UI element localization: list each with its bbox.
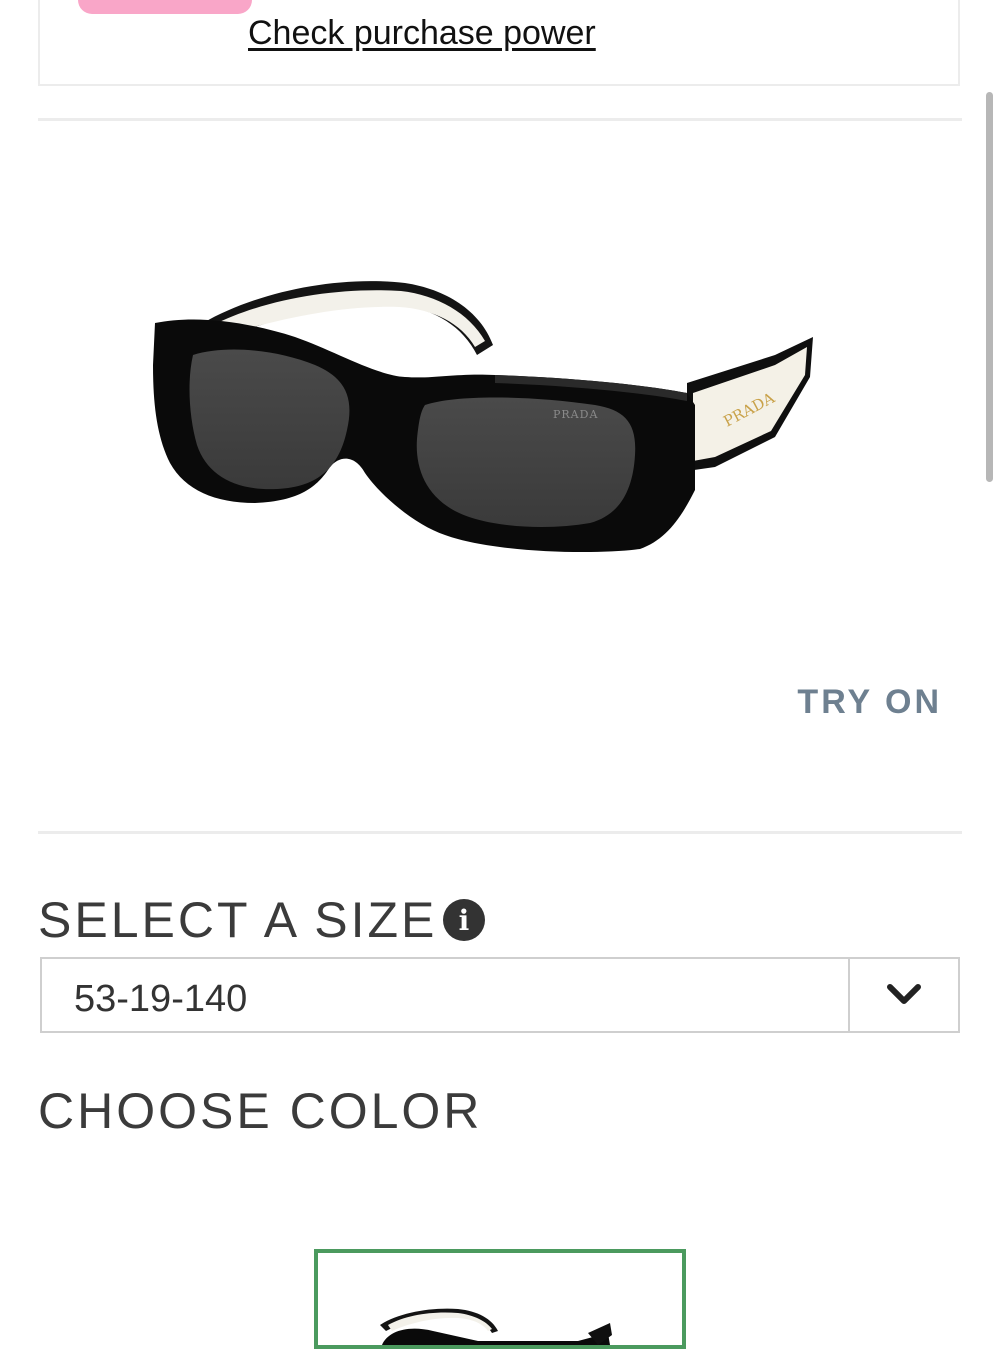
chevron-down-icon: [887, 984, 921, 1004]
try-on-button[interactable]: TRY ON: [797, 683, 942, 722]
divider: [38, 118, 962, 121]
select-size-heading: SELECT A SIZE: [38, 892, 438, 948]
check-purchase-power-link[interactable]: Check purchase power: [248, 14, 596, 53]
size-select-value: 53-19-140: [74, 978, 248, 1020]
scrollbar[interactable]: [986, 92, 993, 482]
lens-logo: PRADA: [553, 408, 598, 421]
choose-color-heading: CHOOSE COLOR: [38, 1083, 483, 1139]
size-dropdown-button[interactable]: [848, 959, 958, 1031]
info-icon[interactable]: i: [443, 899, 485, 941]
product-image[interactable]: PRADA PRADA: [75, 205, 930, 635]
color-swatch[interactable]: [314, 1249, 686, 1349]
financing-button[interactable]: [78, 0, 252, 14]
divider: [38, 831, 962, 834]
size-select[interactable]: 53-19-140: [40, 957, 960, 1033]
info-glyph: i: [458, 903, 470, 937]
sunglasses-thumbnail: [380, 1308, 612, 1345]
sunglasses-image: PRADA PRADA: [153, 281, 813, 553]
